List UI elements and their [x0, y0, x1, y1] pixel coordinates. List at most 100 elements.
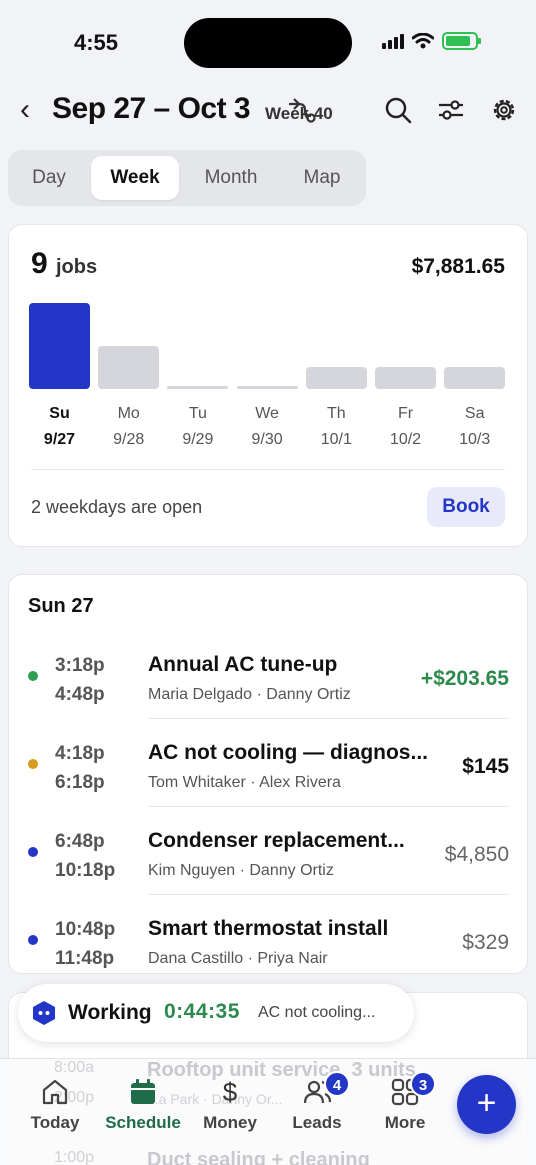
bottom-tab-bar: 8:00a Rooftop unit service, 3 units 2:00… [0, 1058, 536, 1165]
tab-day[interactable]: Day [14, 156, 84, 200]
chart-day-label: We [255, 405, 279, 422]
working-job: AC not cooling... [258, 1004, 376, 1021]
chart-bar-th[interactable] [305, 367, 367, 389]
job-people: Kim Nguyen · Danny Ortiz [148, 862, 334, 879]
filter-sliders-icon[interactable] [435, 94, 467, 126]
chart-date-label: 9/30 [251, 431, 283, 448]
chart-date-label: 10/2 [389, 431, 422, 448]
jobs-per-day-chart [29, 289, 509, 389]
job-people: Maria Delgado · Danny Ortiz [148, 686, 351, 703]
job-end-time: 11:48p [55, 948, 115, 969]
wifi-icon [412, 33, 434, 49]
job-price: +$203.65 [420, 667, 509, 690]
jobs-label: jobs [56, 256, 98, 278]
working-label: Working [68, 1001, 152, 1024]
route-icon[interactable] [285, 94, 317, 126]
chart-day-label: Sa [464, 405, 485, 422]
dollar-icon: $ [223, 1077, 238, 1107]
nav-money[interactable]: $ Money [185, 1077, 275, 1133]
job-row[interactable]: 4:18p 6:18p AC not cooling — diagnos... … [9, 719, 529, 807]
leads-badge: 4 [324, 1071, 350, 1097]
chart-date-label: 10/1 [320, 431, 352, 448]
chart-day-label: Th [326, 405, 346, 422]
week-total: $7,881.65 [411, 255, 505, 278]
nav-label: Today [30, 1113, 80, 1132]
book-button[interactable]: Book [427, 487, 505, 527]
status-time: 4:55 [74, 30, 119, 55]
calendar-icon [131, 1079, 155, 1104]
nav-label: Money [203, 1113, 257, 1132]
tab-week[interactable]: Week [91, 156, 179, 200]
chart-day-label: Su [49, 405, 70, 422]
battery-icon [442, 32, 481, 50]
status-bar: 4:55 [0, 0, 536, 88]
chart-bar-tu[interactable] [167, 386, 229, 389]
job-name: Smart thermostat install [148, 917, 389, 940]
chart-bar-we[interactable] [236, 386, 298, 389]
jobs-count: 9 [31, 247, 48, 280]
nav-schedule[interactable]: Schedule [98, 1077, 188, 1133]
chart-day-label: Fr [397, 405, 414, 422]
ghost-time: 1:00p [54, 1149, 95, 1165]
robot-hex-icon [33, 1001, 55, 1025]
chart-date-label: 9/28 [113, 431, 145, 448]
job-name: Condenser replacement... [148, 829, 405, 852]
day-title: Sun 27 [28, 595, 94, 617]
working-timer-pill[interactable]: Working 0:44:35 AC not cooling... [18, 984, 414, 1042]
job-price: $4,850 [444, 843, 509, 866]
search-icon[interactable] [382, 94, 414, 126]
chart-bar-sa[interactable] [444, 367, 506, 389]
back-chevron-icon[interactable]: ‹ [20, 95, 30, 125]
chart-day-label: Mo [117, 405, 140, 422]
week-summary-card: 9 jobs $7,881.65 Su 9/27 Mo 9/28 Tu 9/29 We 9/3… [8, 224, 528, 547]
tab-map[interactable]: Map [284, 156, 360, 200]
job-name: Annual AC tune-up [148, 653, 338, 676]
status-dot [28, 759, 38, 769]
page-title: Sep 27 – Oct 3 [52, 92, 251, 125]
nav-label: More [384, 1113, 426, 1132]
svg-text:$: $ [223, 1077, 238, 1107]
job-price: $329 [462, 931, 509, 954]
chart-date-label: 9/29 [182, 431, 214, 448]
job-row[interactable]: 10:48p 11:48p Smart thermostat install D… [9, 895, 529, 983]
job-row[interactable]: 3:18p 4:48p Annual AC tune-up Maria Delg… [9, 631, 529, 719]
chart-bar-mo[interactable] [98, 346, 160, 389]
job-price: $145 [462, 755, 509, 778]
day-job-list: Sun 27 3:18p 4:48p Annual AC tune-up Mar… [8, 574, 528, 974]
status-dot [28, 671, 38, 681]
home-icon [42, 1079, 68, 1105]
more-badge: 3 [410, 1071, 436, 1097]
ghost-job-name: Duct sealing + cleaning [147, 1149, 370, 1165]
open-days-text: 2 weekdays are open [31, 497, 203, 517]
nav-label: Schedule [105, 1113, 181, 1132]
dynamic-island [184, 18, 352, 68]
tab-month[interactable]: Month [188, 156, 274, 200]
status-dot [28, 847, 38, 857]
ghost-time: 8:00a [54, 1059, 95, 1076]
job-end-time: 4:48p [55, 684, 105, 705]
settings-gear-icon[interactable] [488, 94, 520, 126]
job-end-time: 10:18p [55, 860, 116, 881]
status-dot [28, 935, 38, 945]
job-start-time: 10:48p [55, 919, 116, 940]
job-start-time: 4:18p [55, 743, 105, 764]
chart-bar-fr[interactable] [375, 367, 436, 389]
add-button[interactable]: + [457, 1075, 516, 1134]
job-row[interactable]: 6:48p 10:18p Condenser replacement... Ki… [9, 807, 529, 895]
job-start-time: 3:18p [55, 655, 105, 676]
chart-day-label: Tu [188, 405, 207, 422]
chart-date-label: 10/3 [459, 431, 491, 448]
view-segmented-control: Day Week Month Map [8, 150, 366, 206]
chart-bar-su[interactable] [29, 303, 90, 389]
divider [31, 469, 505, 470]
job-start-time: 6:48p [55, 831, 105, 852]
nav-label: Leads [292, 1113, 342, 1132]
plus-icon: + [476, 1084, 497, 1122]
nav-more[interactable]: 3 More [360, 1071, 450, 1133]
job-name: AC not cooling — diagnos... [148, 741, 428, 764]
schedule-header: ‹ Sep 27 – Oct 3 Week 40 [0, 88, 536, 134]
nav-leads[interactable]: 4 Leads [272, 1071, 362, 1133]
working-timer: 0:44:35 [164, 1000, 240, 1023]
job-people: Dana Castillo · Priya Nair [148, 950, 328, 967]
nav-today[interactable]: Today [10, 1077, 100, 1133]
